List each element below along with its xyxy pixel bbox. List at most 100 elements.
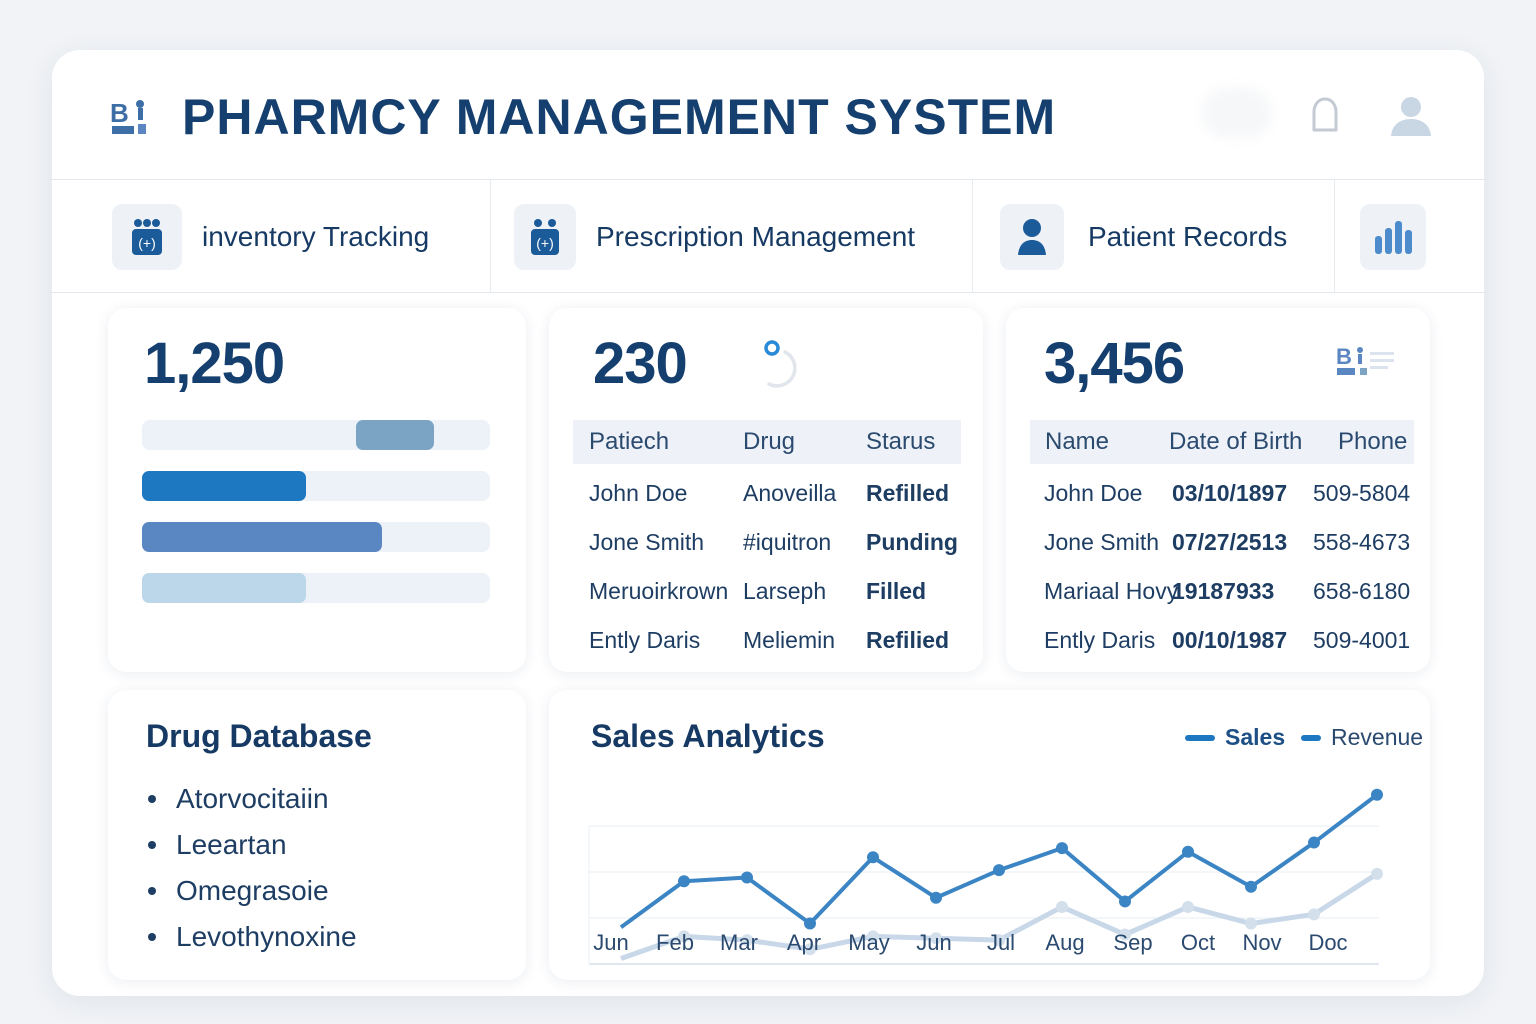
table-cell: Ently Daris [589,627,701,653]
patient-card: 3,456 B Name Date of Birth Phone John Do… [1006,308,1430,672]
table-row[interactable]: John Doe 03/10/1897 509-5804 [1006,480,1430,510]
bullet [148,887,156,895]
data-point-revenue[interactable] [1308,908,1320,921]
table-cell: Anoveilla [743,480,837,506]
table-row[interactable]: Ently Daris 00/10/1987 509-4001 [1006,627,1430,657]
nav-item-inventory-tracking[interactable]: (+) inventory Tracking [112,180,429,293]
x-tick-label: Apr [786,930,822,955]
app-title: PHARMCY MANAGEMENT SYSTEM [182,89,1057,145]
nav-label: inventory Tracking [202,220,430,252]
table-cell: 19187933 [1172,578,1275,604]
bullet [148,795,156,803]
data-point-revenue[interactable] [1056,900,1068,913]
inventory-bar-fill [356,420,435,450]
nav-item-patient-records[interactable]: Patient Records [1000,180,1287,293]
table-row[interactable]: John Doe Anoveilla Refilled [549,480,983,510]
table-cell: Refilled [866,480,950,506]
records-logo-icon: B [1336,344,1394,375]
data-point-sales[interactable] [1182,845,1194,858]
table-cell: Jone Smith [589,529,705,555]
x-tick-label: Oct [1180,930,1216,955]
drug-name: Levothynoxine [176,921,357,952]
column-header: Name [1045,428,1110,455]
medicine-box-icon: (+) [112,203,182,270]
medicine-box-icon: (+) [514,203,576,270]
patient-table-header: Name Date of Birth Phone [1030,420,1414,464]
inventory-bar-track [142,471,490,501]
table-cell: Jone Smith [1044,529,1160,555]
bullet [148,841,156,849]
data-point-sales[interactable] [804,917,816,930]
feature-nav: (+) inventory Tracking (+) Prescription … [52,180,1484,293]
table-cell: Meliemin [743,627,836,653]
data-point-sales[interactable] [1371,788,1383,801]
x-tick-label: Aug [1045,930,1085,955]
table-row[interactable]: Ently Daris Meliemin Refilied [549,627,983,657]
column-header: Starus [866,428,936,455]
series-line-sales [619,793,1379,929]
svg-text:(+): (+) [138,235,156,251]
inventory-bar-fill [142,471,306,501]
data-point-sales[interactable] [867,851,879,864]
list-item[interactable]: Atorvocitaiin [148,776,357,822]
bell-icon[interactable] [1308,96,1342,136]
table-row[interactable]: Jone Smith 07/27/2513 558-4673 [1006,529,1430,559]
table-cell: Punding [866,529,958,555]
data-point-sales[interactable] [1119,895,1131,908]
table-cell: 00/10/1987 [1172,627,1288,653]
table-cell: 509-4001 [1313,627,1411,653]
x-tick-label: Nov [1242,930,1282,955]
list-item[interactable]: Levothynoxine [148,914,357,960]
data-point-sales[interactable] [1245,880,1257,893]
drug-name: Omegrasoie [176,875,329,906]
svg-text:B: B [110,98,129,128]
data-point-sales[interactable] [1308,836,1320,849]
x-tick-label: Feb [656,930,694,955]
table-cell: 03/10/1897 [1172,480,1288,506]
list-item[interactable]: Omegrasoie [148,868,357,914]
app-header: B PHARMCY MANAGEMENT SYSTEM [52,50,1484,180]
data-point-sales[interactable] [678,875,690,888]
data-point-revenue[interactable] [1182,900,1194,913]
nav-label: Patient Records [1088,220,1288,252]
nav-label: Prescription Management [596,220,916,252]
table-cell: Refilied [866,627,950,653]
x-tick-label: Mar [720,930,758,955]
table-cell: 07/27/2513 [1172,529,1288,555]
table-cell: 509-5804 [1313,480,1411,506]
nav-divider [490,180,491,293]
svg-text:(+): (+) [536,235,554,251]
list-item[interactable]: Leeartan [148,822,357,868]
x-tick-label: Jun [916,930,952,955]
column-header: Phone [1338,428,1408,455]
inventory-bar-track [142,573,490,603]
bar-chart-icon [1360,203,1426,270]
table-cell: Filled [866,578,927,604]
table-cell: 658-6180 [1313,578,1411,604]
inventory-bar-fill [142,573,306,603]
pharmacy-logo-icon: B [110,98,146,134]
drug-name: Atorvocitaiin [176,783,329,814]
nav-item-analytics[interactable] [1360,180,1426,293]
data-point-sales[interactable] [930,891,942,904]
data-point-sales[interactable] [741,871,753,884]
patient-count: 3,456 [1044,331,1185,396]
table-row[interactable]: Jone Smith #iquitron Punding [549,529,983,559]
drug-database-card: Drug Database Atorvocitaiin Leeartan Ome… [108,690,526,980]
data-point-revenue[interactable] [1245,917,1257,930]
inventory-bar-track [142,522,490,552]
data-point-sales[interactable] [993,864,1005,877]
data-point-sales[interactable] [1056,842,1068,855]
user-icon[interactable] [1388,94,1434,138]
drug-database-title: Drug Database [146,718,372,754]
table-row[interactable]: Meruoirkrown Larseph Filled [549,578,983,608]
bullet [148,933,156,941]
table-cell: Meruoirkrown [589,578,729,604]
table-row[interactable]: Mariaal Hovy 19187933 658-6180 [1006,578,1430,608]
nav-item-prescription-management[interactable]: (+) Prescription Management [514,180,915,293]
prescription-card: 230 Patiech Drug Starus John Doe Anoveill… [549,308,983,672]
table-cell: Mariaal Hovy [1044,578,1179,604]
table-cell: John Doe [589,480,688,506]
sales-analytics-card: Sales Analytics Sales Revenue Jun Feb Mar A… [549,690,1430,980]
data-point-revenue[interactable] [1371,867,1383,880]
